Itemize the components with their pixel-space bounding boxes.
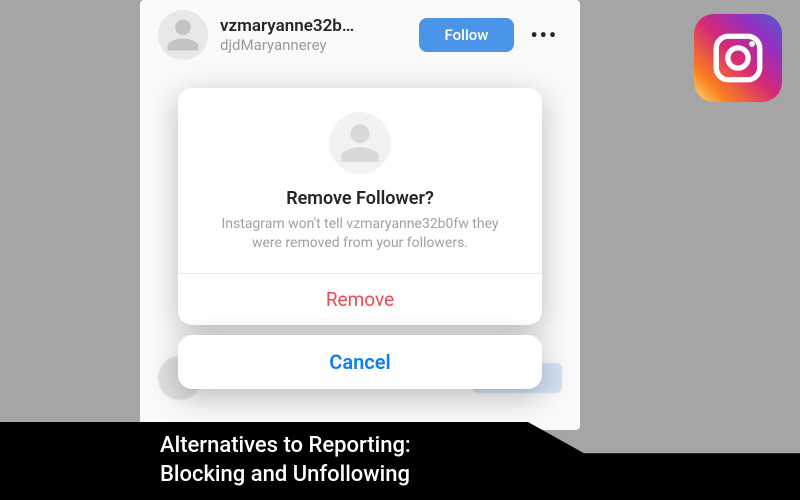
caption-line-2: Blocking and Unfollowing (160, 461, 800, 490)
remove-follower-dialog: Remove Follower? Instagram won't tell vz… (178, 88, 542, 325)
profile-avatar[interactable] (158, 10, 208, 60)
dialog-title: Remove Follower? (178, 188, 542, 209)
follow-button[interactable]: Follow (419, 18, 515, 52)
username: djdMaryannerey (220, 36, 407, 54)
person-icon (337, 120, 383, 166)
caption-line-1: Alternatives to Reporting: (160, 432, 800, 461)
dialog-description: Instagram won't tell vzmaryanne32b0fw th… (178, 215, 542, 273)
person-icon (164, 16, 202, 54)
caption-banner: Alternatives to Reporting: Blocking and … (0, 422, 800, 500)
more-options-button[interactable]: ••• (526, 23, 562, 47)
display-name[interactable]: vzmaryanne32b… (220, 16, 407, 36)
remove-button[interactable]: Remove (178, 273, 542, 325)
action-sheet: Remove Follower? Instagram won't tell vz… (178, 88, 542, 389)
profile-row: vzmaryanne32b… djdMaryannerey Follow ••• (140, 0, 580, 70)
instagram-logo (694, 14, 782, 102)
profile-names: vzmaryanne32b… djdMaryannerey (220, 16, 407, 54)
instagram-icon (709, 29, 767, 87)
cancel-button[interactable]: Cancel (178, 335, 542, 389)
dialog-avatar (329, 112, 391, 174)
